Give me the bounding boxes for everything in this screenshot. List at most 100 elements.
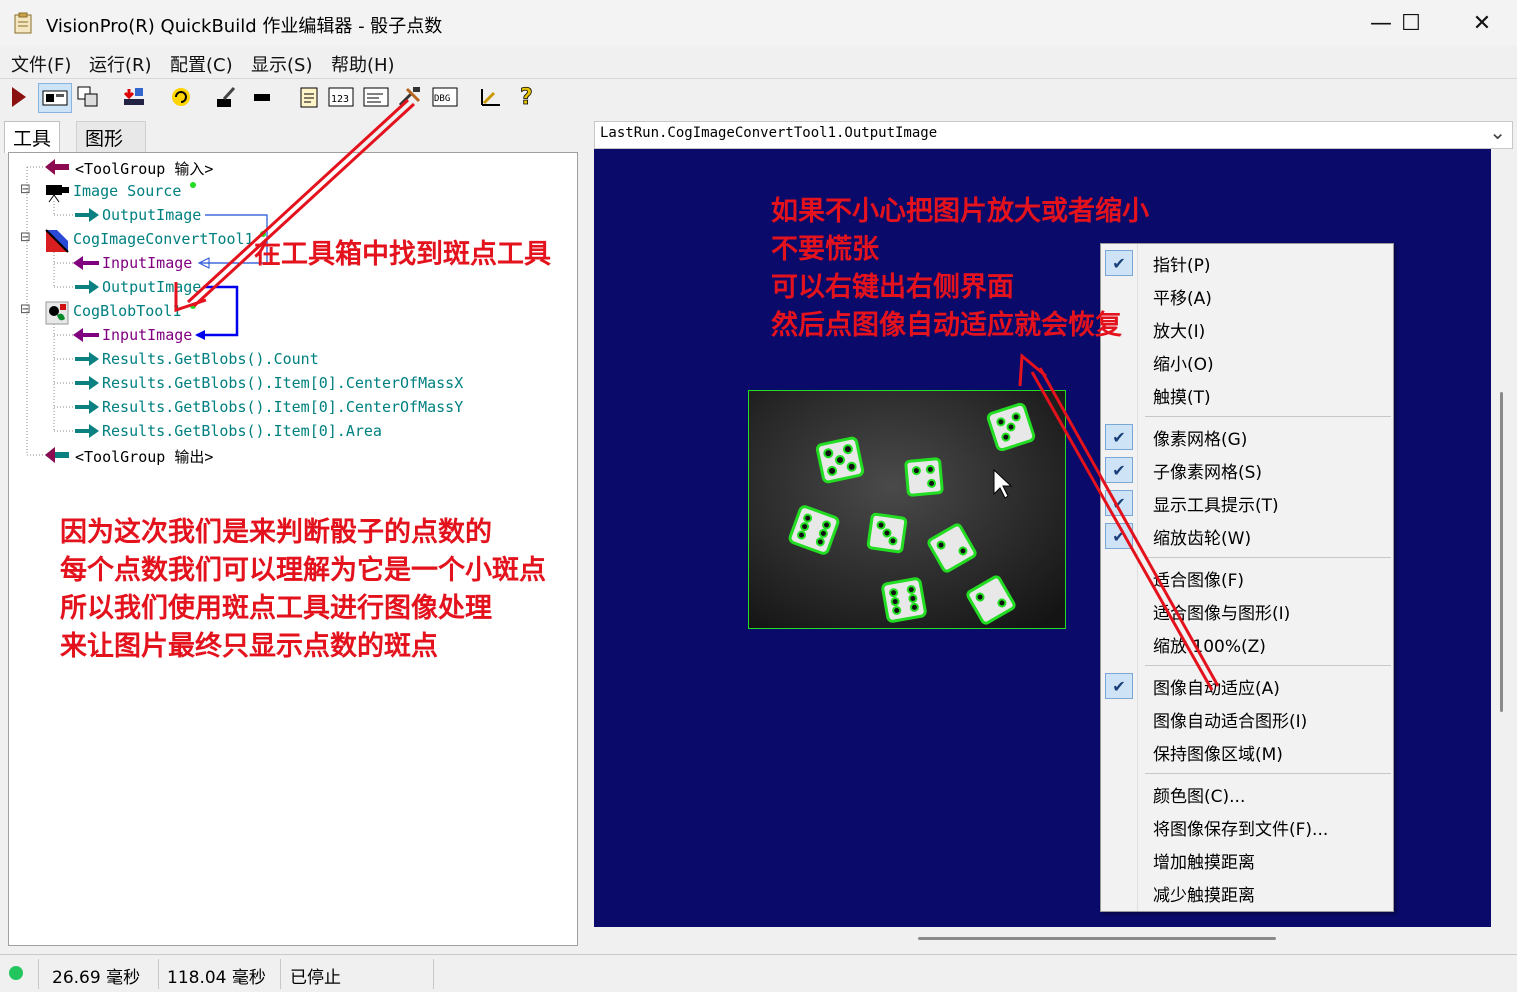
menu-separator <box>1145 665 1391 666</box>
status-state: 已停止 <box>290 968 341 988</box>
die <box>815 436 865 484</box>
tree-item-blob-count[interactable]: Results.GetBlobs().Count <box>102 350 319 368</box>
loop-icon[interactable] <box>167 83 195 111</box>
check-icon: ✔ <box>1105 673 1133 699</box>
menu-file[interactable]: 文件(F) <box>11 51 71 77</box>
tree-item-convert-tool[interactable]: CogImageConvertTool1 <box>73 230 254 248</box>
output-arrow-icon <box>75 208 99 222</box>
menu-display[interactable]: 显示(S) <box>251 51 312 77</box>
menu-item-subpixel-grid[interactable]: 子像素网格(S) <box>1153 458 1262 483</box>
vertical-scrollbar[interactable] <box>1492 149 1511 927</box>
tree-item-input-image[interactable]: InputImage <box>102 254 192 272</box>
status-divider <box>158 959 159 989</box>
tree-item-blob-tool[interactable]: CogBlobTool1 <box>73 302 181 320</box>
debug-icon[interactable]: DBG <box>431 83 459 111</box>
menu-separator <box>1145 773 1391 774</box>
status-divider <box>280 959 281 989</box>
notepad-icon[interactable] <box>295 83 323 111</box>
chevron-down-icon[interactable]: ⌄ <box>1489 120 1506 144</box>
menu-help[interactable]: 帮助(H) <box>331 51 395 77</box>
tree-item-blob-center-y[interactable]: Results.GetBlobs().Item[0].CenterOfMassY <box>102 398 463 416</box>
window-title: VisionPro(R) QuickBuild 作业编辑器 - 骰子点数 <box>46 16 443 37</box>
menu-item-zoom-out[interactable]: 缩小(O) <box>1153 350 1214 375</box>
menu-item-show-tooltips[interactable]: 显示工具提示(T) <box>1153 491 1279 516</box>
expander-blob-tool[interactable]: ⊟ <box>20 302 31 317</box>
numeric-label: 123 <box>331 94 349 105</box>
menu-item-save-image[interactable]: 将图像保存到文件(F)... <box>1153 815 1328 840</box>
expander-convert-tool[interactable]: ⊟ <box>20 230 31 245</box>
menu-run[interactable]: 运行(R) <box>89 51 152 77</box>
menu-item-keep-image-region[interactable]: 保持图像区域(M) <box>1153 740 1283 765</box>
convert-tool-icon <box>45 229 69 253</box>
image-selector-value: LastRun.CogImageConvertTool1.OutputImage <box>600 125 938 141</box>
input-arrow-icon <box>73 256 99 270</box>
menu-config[interactable]: 配置(C) <box>170 51 233 77</box>
clipboard-app-icon <box>14 12 32 34</box>
check-icon: ✔ <box>1105 490 1133 516</box>
tree-item-output-image[interactable]: OutputImage <box>102 206 201 224</box>
help-icon[interactable]: ? <box>513 83 541 111</box>
status-dot-icon <box>190 303 196 309</box>
horizontal-scrollbar[interactable] <box>594 928 1491 948</box>
menu-item-pointer[interactable]: 指针(P) <box>1153 251 1211 276</box>
tab-tools[interactable]: 工具 <box>4 121 61 153</box>
context-menu: ✔ 指针(P) 平移(A) 放大(I) 缩小(O) 触摸(T) ✔ 像素网格(G… <box>1100 243 1394 912</box>
numeric-icon[interactable]: 123 <box>327 83 355 111</box>
die <box>904 457 944 497</box>
annotation-blob-line-3: 所以我们使用斑点工具进行图像处理 <box>60 593 492 624</box>
output-arrow-icon <box>75 352 99 366</box>
close-button[interactable]: ✕ <box>1452 0 1512 46</box>
tree-item-toolgroup-output[interactable]: <ToolGroup 输出> <box>75 446 213 467</box>
annotation-zoom-line-4: 然后点图像自动适应就会恢复 <box>771 310 1122 341</box>
toolbox-icon[interactable] <box>396 83 424 111</box>
tree-item-output-image[interactable]: OutputImage <box>102 278 201 296</box>
tree-item-blob-center-x[interactable]: Results.GetBlobs().Item[0].CenterOfMassX <box>102 374 463 392</box>
copy-tool-icon[interactable] <box>74 83 102 111</box>
image-view-icon[interactable] <box>38 83 72 113</box>
annotation-blob-line-4: 来让图片最终只显示点数的斑点 <box>60 631 438 662</box>
menu-separator <box>1145 557 1391 558</box>
image-selector-combo[interactable]: LastRun.CogImageConvertTool1.OutputImage… <box>594 120 1513 149</box>
menu-item-zoom-in[interactable]: 放大(I) <box>1153 317 1205 342</box>
status-run-time: 26.69 毫秒 <box>52 968 141 988</box>
annotation-zoom-line-3: 可以右键出右侧界面 <box>771 272 1014 303</box>
menu-item-fit-image[interactable]: 适合图像(F) <box>1153 566 1244 591</box>
run-icon[interactable] <box>4 83 32 111</box>
maximize-button[interactable]: ☐ <box>1381 0 1441 46</box>
vertical-scroll-thumb[interactable] <box>1500 392 1503 712</box>
edit-icon[interactable] <box>212 83 240 111</box>
blob-tool-icon <box>45 301 69 325</box>
tree-item-blob-area[interactable]: Results.GetBlobs().Item[0].Area <box>102 422 382 440</box>
measure-icon[interactable] <box>477 83 505 111</box>
check-icon: ✔ <box>1105 424 1133 450</box>
status-total-time: 118.04 毫秒 <box>167 968 266 988</box>
output-arrow-icon <box>75 400 99 414</box>
menu-item-increase-touch[interactable]: 增加触摸距离 <box>1153 848 1255 873</box>
debug-label: DBG <box>434 94 450 104</box>
toolbar: 123 DBG ? <box>0 79 1517 115</box>
menu-item-fit-image-graphics[interactable]: 适合图像与图形(I) <box>1153 599 1290 624</box>
menu-item-decrease-touch[interactable]: 减少触摸距离 <box>1153 881 1255 906</box>
status-divider <box>38 959 39 989</box>
status-bar: 26.69 毫秒 118.04 毫秒 已停止 <box>0 954 1517 992</box>
tree-item-toolgroup-input[interactable]: <ToolGroup 输入> <box>75 158 213 179</box>
tree-item-input-image[interactable]: InputImage <box>102 326 192 344</box>
menu-item-zoom-wheel[interactable]: 缩放齿轮(W) <box>1153 524 1251 549</box>
menu-item-touch[interactable]: 触摸(T) <box>1153 383 1211 408</box>
terminal-icon[interactable] <box>362 83 390 111</box>
menu-bar: 文件(F) 运行(R) 配置(C) 显示(S) 帮助(H) <box>0 46 1517 79</box>
menu-item-pan[interactable]: 平移(A) <box>1153 284 1212 309</box>
tab-graphics[interactable]: 图形 <box>76 121 146 152</box>
import-icon[interactable] <box>120 83 148 111</box>
tree-item-image-source[interactable]: Image Source <box>73 182 181 200</box>
menu-item-zoom-100[interactable]: 缩放 100%(Z) <box>1153 632 1266 657</box>
record-icon[interactable] <box>248 83 276 111</box>
horizontal-scroll-thumb[interactable] <box>918 937 1276 940</box>
output-group-icon <box>45 447 69 463</box>
menu-item-auto-fit-image[interactable]: 图像自动适应(A) <box>1153 674 1280 699</box>
input-arrow-icon <box>73 328 99 342</box>
expander-image-source[interactable]: ⊟ <box>20 182 31 197</box>
menu-item-pixel-grid[interactable]: 像素网格(G) <box>1153 425 1247 450</box>
menu-item-colormap[interactable]: 颜色图(C)... <box>1153 782 1245 807</box>
menu-item-auto-fit-graphics[interactable]: 图像自动适合图形(I) <box>1153 707 1307 732</box>
